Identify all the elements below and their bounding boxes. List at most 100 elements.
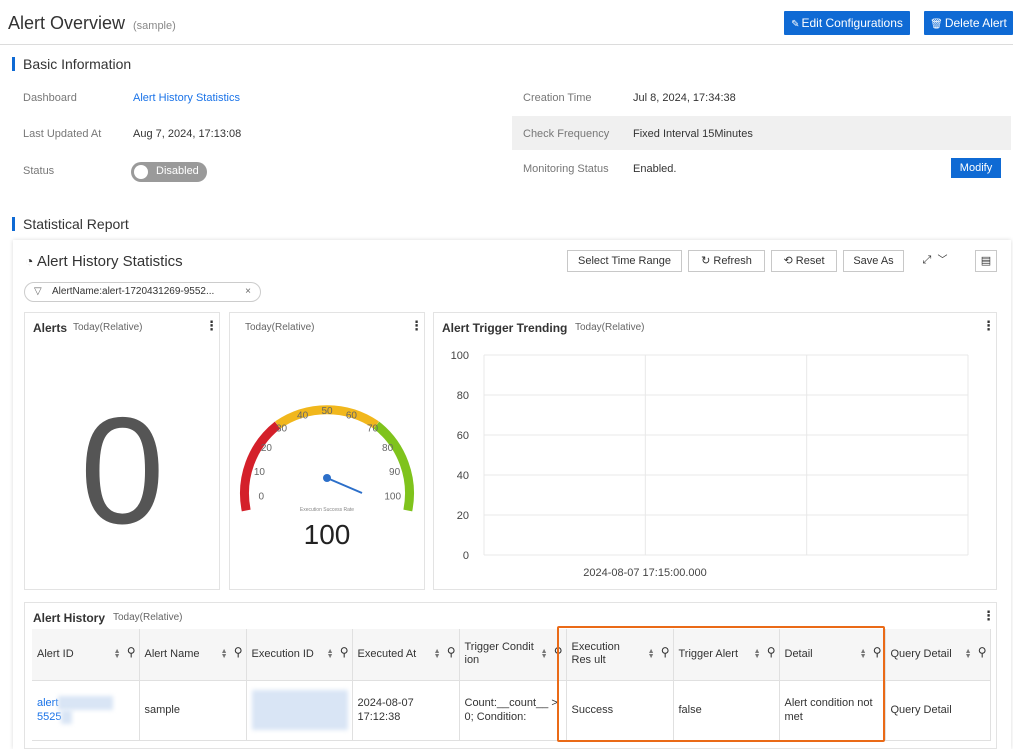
close-icon[interactable]: × bbox=[245, 283, 251, 301]
y-tick-label: 0 bbox=[463, 550, 469, 562]
status-toggle[interactable]: Disabled bbox=[131, 162, 207, 182]
pie-chart-icon: ◔ bbox=[25, 253, 34, 269]
filter-chip[interactable]: ▽ AlertName:alert-1720431269-9552... × bbox=[24, 282, 261, 302]
query-detail-link[interactable]: Query Detail bbox=[885, 680, 991, 741]
history-panel-title: Alert History bbox=[33, 611, 106, 625]
alerts-panel-title: Alerts bbox=[33, 321, 68, 335]
sort-icon[interactable]: ▲ ▼ bbox=[327, 648, 334, 660]
gauge-needle bbox=[326, 477, 363, 494]
gauge-tick-label: 10 bbox=[254, 467, 266, 478]
last-updated-value: Aug 7, 2024, 17:13:08 bbox=[133, 128, 242, 140]
trigger-condition-cell: Count:__count__ >0; Condition: bbox=[459, 680, 567, 741]
execution-id-cell[interactable]: x bbox=[246, 680, 353, 741]
comment-button[interactable]: ▤ bbox=[975, 250, 997, 272]
check-frequency-value: Fixed Interval 15Minutes bbox=[633, 128, 753, 140]
modify-button[interactable]: Modify bbox=[951, 158, 1001, 178]
dashboard-label: Dashboard bbox=[23, 92, 77, 104]
y-tick-label: 40 bbox=[457, 470, 469, 482]
column-header-label: Query Detail bbox=[890, 647, 952, 660]
expand-icon: ⤢ bbox=[922, 254, 932, 266]
column-header-label: Execution ID bbox=[251, 647, 314, 660]
status-value: Disabled bbox=[156, 165, 199, 177]
redacted-text: xx bbox=[61, 710, 73, 724]
gauge-tick-label: 30 bbox=[276, 424, 288, 435]
filter-text: AlertName:alert-1720431269-9552... bbox=[52, 286, 215, 297]
reset-button[interactable]: ⟲ Reset bbox=[771, 250, 837, 272]
statistical-report-heading: Statistical Report bbox=[12, 217, 129, 231]
dashboard-title: ◔ Alert History Statistics bbox=[25, 253, 183, 270]
history-icon: ⟲ bbox=[783, 255, 793, 267]
sort-icon[interactable]: ▲ ▼ bbox=[541, 648, 548, 660]
sort-icon[interactable]: ▲ ▼ bbox=[965, 648, 972, 660]
chevron-down-icon: ﹀ bbox=[937, 255, 948, 266]
search-icon[interactable]: ⚲ bbox=[447, 646, 456, 659]
refresh-button[interactable]: ↻ Refresh bbox=[688, 250, 765, 272]
search-icon[interactable]: ⚲ bbox=[340, 646, 349, 659]
gauge-tick-label: 40 bbox=[297, 411, 309, 422]
trend-panel-subtitle: Today(Relative) bbox=[575, 322, 645, 333]
column-header[interactable]: Alert Name ▲ ▼ ⚲ bbox=[139, 629, 247, 681]
save-as-button[interactable]: Save As bbox=[843, 250, 904, 272]
alert-name-cell: sample bbox=[139, 680, 247, 741]
sort-icon[interactable]: ▲ ▼ bbox=[114, 648, 121, 660]
y-tick-label: 60 bbox=[457, 430, 469, 442]
edit-configurations-button[interactable]: ✎ Edit Configurations bbox=[784, 11, 910, 35]
more-icon[interactable]: ⋮ bbox=[205, 318, 218, 334]
creation-time-label: Creation Time bbox=[523, 92, 592, 104]
gauge-chart: 010203040 50 60708090100 Execution Success… bbox=[240, 405, 414, 513]
edit-icon: ✎ bbox=[791, 19, 800, 30]
fullscreen-button[interactable]: ⤢ ﹀ bbox=[910, 250, 960, 272]
refresh-icon: ↻ bbox=[701, 255, 711, 267]
monitoring-status-label: Monitoring Status bbox=[523, 163, 609, 175]
gauge-tick-label: 90 bbox=[389, 467, 401, 478]
column-header[interactable]: Query Detail ▲ ▼ ⚲ bbox=[885, 629, 991, 681]
gauge-tick-label: 70 bbox=[367, 424, 379, 435]
check-frequency-label: Check Frequency bbox=[523, 128, 610, 140]
select-time-range-button[interactable]: Select Time Range bbox=[567, 250, 682, 272]
column-header-label: Executed At bbox=[357, 647, 417, 660]
sort-icon[interactable]: ▲ ▼ bbox=[221, 648, 228, 660]
gauge-tick-label: 50 bbox=[321, 406, 333, 417]
page-title: Alert Overview bbox=[8, 13, 126, 33]
dashboard-link[interactable]: Alert History Statistics bbox=[133, 92, 240, 104]
column-header-label: Alert ID bbox=[37, 647, 74, 660]
search-icon[interactable]: ⚲ bbox=[978, 646, 987, 659]
more-icon[interactable]: ⋮ bbox=[982, 318, 995, 334]
history-panel-subtitle: Today(Relative) bbox=[113, 612, 183, 623]
more-icon[interactable]: ⋮ bbox=[982, 608, 995, 624]
redacted-text: xxxxxxxxxx bbox=[58, 696, 114, 710]
search-icon[interactable]: ⚲ bbox=[127, 646, 136, 659]
gauge-needle-hub bbox=[323, 474, 331, 482]
alert-id-cell[interactable]: alertxxxxxxxxxx5525xx bbox=[32, 680, 140, 741]
column-header-label: Trigger Condit ion bbox=[464, 641, 534, 667]
gauge-tick-label: 100 bbox=[384, 492, 401, 503]
delete-alert-button[interactable]: 🗑 Delete Alert bbox=[924, 11, 1013, 35]
gauge-panel-subtitle: Today(Relative) bbox=[245, 322, 315, 333]
gauge-value: 100 bbox=[303, 519, 351, 550]
alerts-panel-subtitle: Today(Relative) bbox=[73, 322, 143, 333]
page-header: Alert Overview (sample) ✎ Edit Configurat… bbox=[0, 0, 1013, 45]
x-tick-label: 2024-08-07 17:15:00.000 bbox=[583, 567, 707, 579]
basic-info-heading: Basic Information bbox=[12, 57, 131, 71]
y-tick-label: 20 bbox=[457, 510, 469, 522]
page-subtitle: (sample) bbox=[133, 20, 176, 32]
alerts-count-value: 0 bbox=[80, 386, 165, 556]
column-header[interactable]: Trigger Condit ion ▲ ▼ ⚲ bbox=[459, 629, 567, 681]
sort-icon[interactable]: ▲ ▼ bbox=[434, 648, 441, 660]
highlight-box bbox=[557, 626, 885, 742]
executed-at-cell: 2024-08-07 17:12:38 bbox=[352, 680, 460, 741]
y-tick-label: 100 bbox=[451, 350, 469, 362]
more-icon[interactable]: ⋮ bbox=[410, 318, 423, 334]
trend-chart: 0 20 40 60 80 100 2024-08-07 17:15:00.000 bbox=[451, 350, 969, 579]
comment-icon: ▤ bbox=[980, 255, 992, 267]
gauge-tick-labels: 010203040 50 60708090100 bbox=[254, 406, 402, 503]
column-header[interactable]: Executed At ▲ ▼ ⚲ bbox=[352, 629, 460, 681]
column-header[interactable]: Alert ID ▲ ▼ ⚲ bbox=[32, 629, 140, 681]
trash-icon: 🗑 bbox=[930, 19, 943, 30]
filter-icon: ▽ bbox=[34, 286, 42, 297]
column-header[interactable]: Execution ID ▲ ▼ ⚲ bbox=[246, 629, 353, 681]
creation-time-value: Jul 8, 2024, 17:34:38 bbox=[633, 92, 736, 104]
gauge-tick-label: 0 bbox=[259, 492, 265, 503]
monitoring-status-value: Enabled. bbox=[633, 163, 677, 175]
search-icon[interactable]: ⚲ bbox=[234, 646, 243, 659]
